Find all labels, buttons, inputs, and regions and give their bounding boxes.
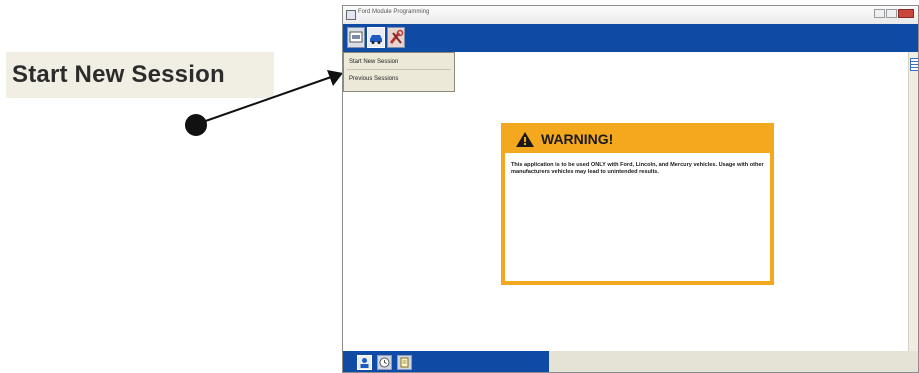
- callout-dot: [185, 114, 207, 136]
- clock-icon: [379, 357, 390, 368]
- warning-title: WARNING!: [541, 131, 614, 147]
- users-icon: [360, 358, 369, 368]
- warning-dialog: WARNING! This application is to be used …: [501, 123, 774, 285]
- status-bar: [343, 351, 918, 372]
- document-icon: [400, 357, 409, 368]
- toolbar-button-tools[interactable]: [387, 27, 405, 48]
- minimize-icon[interactable]: [874, 9, 885, 18]
- session-menu: Start New Session Previous Sessions: [343, 52, 455, 92]
- title-bar: Ford Module Programming: [343, 6, 918, 25]
- application-window: Ford Module Programming Start New Sessio…: [342, 5, 919, 373]
- close-icon[interactable]: [898, 9, 914, 18]
- window-title: Ford Module Programming: [358, 9, 430, 15]
- maximize-icon[interactable]: [886, 9, 897, 18]
- status-button-users[interactable]: [357, 355, 372, 370]
- menu-item-previous-sessions[interactable]: Previous Sessions: [347, 73, 451, 86]
- tools-icon: [389, 29, 404, 44]
- warning-body: This application is to be used ONLY with…: [505, 153, 770, 281]
- warning-message: This application is to be used ONLY with…: [511, 162, 764, 175]
- car-icon: [370, 35, 382, 44]
- toolbar-button-car[interactable]: [367, 27, 385, 48]
- status-button-document[interactable]: [397, 355, 412, 370]
- right-panel-strip: [908, 52, 918, 351]
- status-button-clock[interactable]: [377, 355, 392, 370]
- window-controls: [874, 9, 914, 18]
- status-tabs: [343, 351, 549, 372]
- main-content: Start New Session Previous Sessions WARN…: [343, 52, 908, 351]
- toolbar: [343, 24, 918, 52]
- warning-icon: [516, 132, 534, 147]
- menu-item-start-new-session[interactable]: Start New Session: [347, 56, 451, 70]
- toolbar-button-vehicle[interactable]: [347, 27, 365, 48]
- app-icon: [346, 10, 356, 20]
- vehicle-icon: [349, 31, 363, 43]
- warning-header: WARNING!: [501, 123, 774, 153]
- list-icon[interactable]: [910, 58, 918, 71]
